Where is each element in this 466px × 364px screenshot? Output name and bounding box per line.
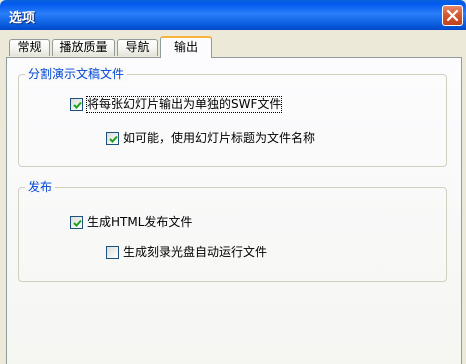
- close-icon: [446, 9, 459, 22]
- tab-navigation[interactable]: 导航: [117, 39, 158, 56]
- tab-strip: 常规 播放质量 导航 输出: [0, 30, 466, 58]
- publish-group: 发布 生成HTML发布文件 生成刻录光盘自动运行文件: [18, 180, 447, 282]
- tab-output-label: 输出: [173, 40, 198, 54]
- tab-playback-quality[interactable]: 播放质量: [52, 39, 115, 56]
- tab-playback-quality-label: 播放质量: [59, 40, 108, 54]
- use-slide-title-label: 如可能，使用幻灯片标题为文件名称: [123, 131, 316, 145]
- generate-autorun-checkbox[interactable]: [106, 246, 119, 259]
- checkmark-icon: [109, 135, 118, 143]
- use-slide-title-checkbox[interactable]: [106, 132, 119, 145]
- title-bar[interactable]: 选项: [0, 0, 466, 30]
- split-per-slide-checkbox[interactable]: [70, 98, 83, 111]
- generate-html-checkbox[interactable]: [70, 216, 83, 229]
- generate-html-label: 生成HTML发布文件: [87, 215, 193, 229]
- split-group-caption: 分割演示文稿文件: [25, 67, 128, 81]
- tab-general[interactable]: 常规: [9, 39, 50, 56]
- publish-group-caption: 发布: [25, 180, 56, 194]
- window-title: 选项: [9, 11, 36, 26]
- tab-panel-output: 分割演示文稿文件 将每张幻灯片输出为单独的SWF文件 如可能，使用幻灯片标题为文…: [6, 57, 462, 364]
- checkmark-icon: [73, 219, 82, 227]
- tab-navigation-label: 导航: [125, 40, 150, 54]
- split-per-slide-label: 将每张幻灯片输出为单独的SWF文件: [85, 96, 283, 113]
- close-button[interactable]: [442, 5, 463, 26]
- options-dialog: 选项 常规 播放质量 导航 输出 分割演示文稿文件 将每张幻灯片输出为单独的SW…: [0, 0, 466, 364]
- checkmark-icon: [73, 101, 82, 109]
- tab-output[interactable]: 输出: [160, 36, 212, 58]
- generate-autorun-label: 生成刻录光盘自动运行文件: [123, 245, 268, 259]
- split-presentation-group: 分割演示文稿文件 将每张幻灯片输出为单独的SWF文件 如可能，使用幻灯片标题为文…: [18, 67, 447, 167]
- tab-general-label: 常规: [17, 40, 42, 54]
